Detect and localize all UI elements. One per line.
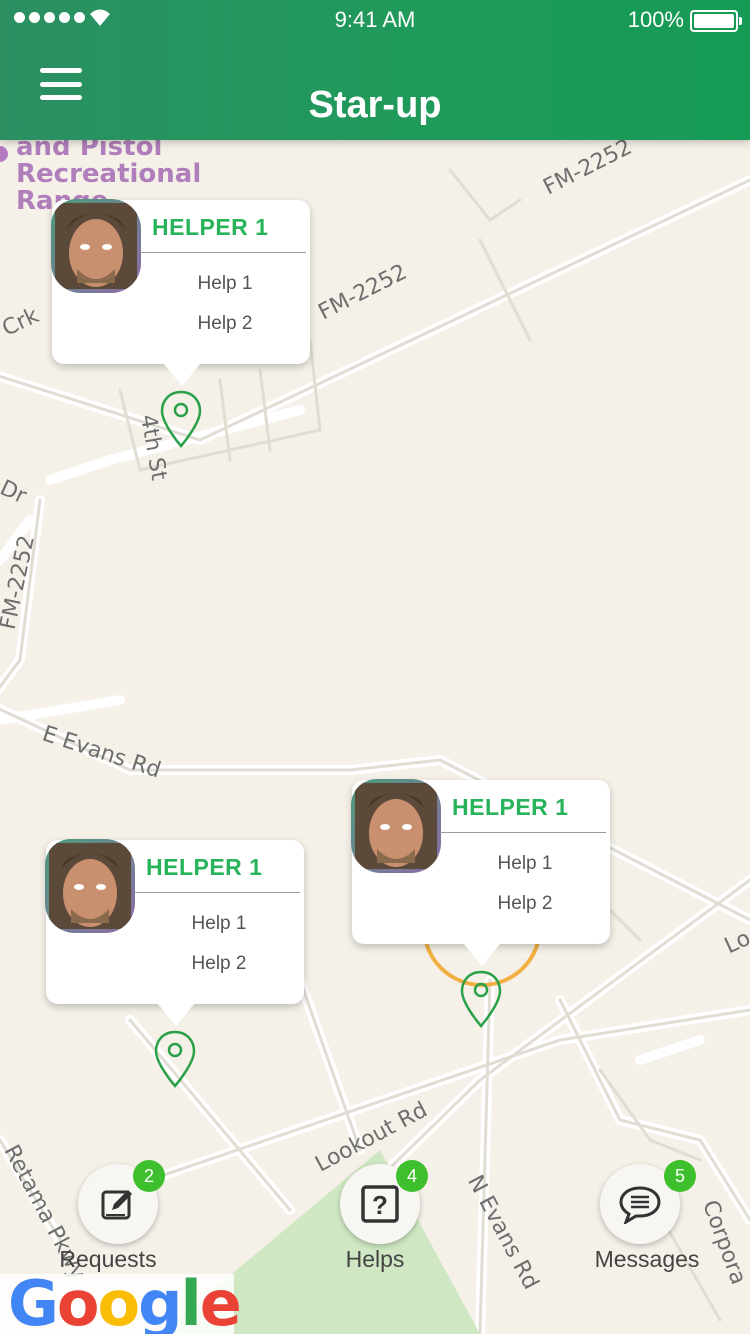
helper-avatar <box>45 839 135 933</box>
divider <box>140 252 306 253</box>
helper-avatar <box>351 779 441 873</box>
edit-icon <box>101 1190 132 1220</box>
requests-badge: 2 <box>133 1160 165 1192</box>
helper-card[interactable]: HELPER 1 Help 1 Help 2 <box>51 199 310 386</box>
helper-card[interactable]: HELPER 1 Help 1 Help 2 <box>351 779 610 966</box>
map-pin-icon[interactable] <box>153 1030 197 1090</box>
app-screen: and Pistol Recreational Range FM-2252 FM… <box>0 0 750 1334</box>
helper-card[interactable]: HELPER 1 Help 1 Help 2 <box>45 839 304 1026</box>
status-bar: 9:41 AM 100% <box>0 0 750 40</box>
help-item[interactable]: Help 2 <box>440 893 610 915</box>
messages-label[interactable]: Messages <box>557 1246 737 1273</box>
chat-icon <box>619 1186 661 1224</box>
battery-percent: 100% <box>627 7 684 32</box>
divider <box>134 892 300 893</box>
help-item[interactable]: Help 1 <box>140 273 310 295</box>
messages-badge: 5 <box>664 1160 696 1192</box>
helper-name: HELPER 1 <box>152 214 269 240</box>
help-item[interactable]: Help 1 <box>440 853 610 875</box>
help-item[interactable]: Help 1 <box>134 913 304 935</box>
map-pin-icon[interactable] <box>159 390 203 450</box>
helper-name: HELPER 1 <box>452 794 569 820</box>
map-pin-icon[interactable] <box>459 970 503 1030</box>
page-title: Star-up <box>308 84 442 126</box>
helper-avatar <box>51 199 141 293</box>
help-item[interactable]: Help 2 <box>134 953 304 975</box>
app-header: 9:41 AM 100% Star-up <box>0 0 750 140</box>
question-icon: ? <box>361 1185 399 1223</box>
help-item[interactable]: Help 2 <box>140 313 310 335</box>
helps-label[interactable]: Helps <box>285 1246 465 1273</box>
helper-name: HELPER 1 <box>146 854 263 880</box>
helps-badge: 4 <box>396 1160 428 1192</box>
svg-text:?: ? <box>372 1190 388 1220</box>
google-logo: Google <box>0 1273 242 1334</box>
battery-icon <box>690 10 742 32</box>
divider <box>440 832 606 833</box>
